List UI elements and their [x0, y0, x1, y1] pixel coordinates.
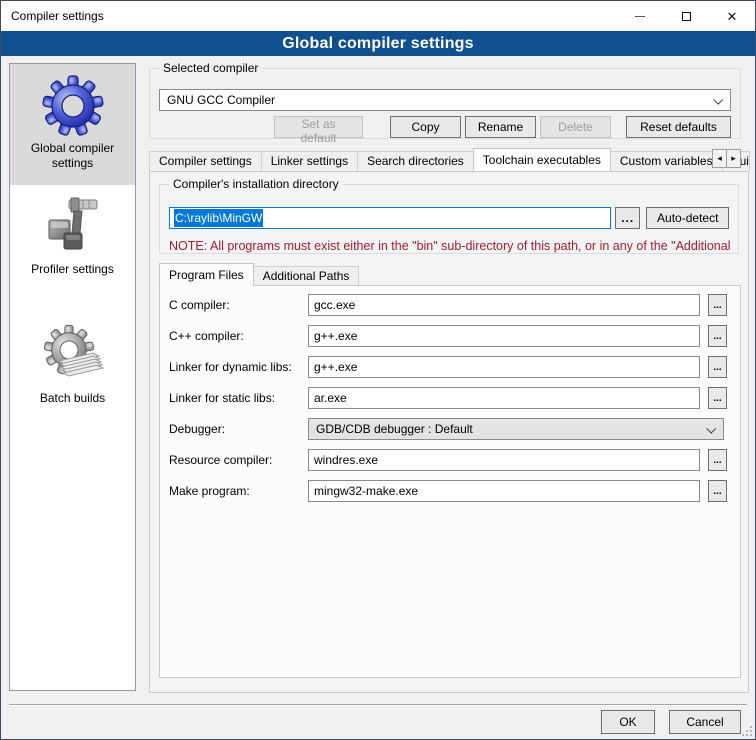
- minimize-icon: [635, 16, 645, 17]
- linker-dynamic-row: Linker for dynamic libs: ...: [160, 356, 740, 378]
- footer-divider: [9, 704, 747, 706]
- toolchain-executables-panel: Compiler's installation directory C:\ray…: [149, 171, 749, 693]
- tab-linker-settings[interactable]: Linker settings: [261, 151, 358, 171]
- auto-detect-button[interactable]: Auto-detect: [646, 207, 729, 229]
- caliper-icon: [41, 194, 105, 258]
- arrow-right-icon: ▸: [731, 153, 736, 164]
- field-label: C++ compiler:: [169, 329, 244, 343]
- tab-additional-paths[interactable]: Additional Paths: [253, 266, 360, 286]
- make-program-row: Make program: ...: [160, 480, 740, 502]
- tab-scroll-left-button[interactable]: ◂: [712, 149, 727, 168]
- cpp-compiler-row: C++ compiler: ...: [160, 325, 740, 347]
- sidebar-item-label: Profiler settings: [29, 258, 116, 277]
- field-label: Make program:: [169, 484, 250, 498]
- selected-compiler-group: Selected compiler GNU GCC Compiler Set a…: [149, 68, 741, 139]
- debugger-select[interactable]: GDB/CDB debugger : Default: [308, 418, 724, 440]
- maximize-button[interactable]: [663, 1, 709, 31]
- compiler-settings-dialog: Compiler settings ✕ Global compiler sett…: [0, 0, 756, 740]
- compiler-select-value: GNU GCC Compiler: [167, 93, 275, 107]
- tab-compiler-settings[interactable]: Compiler settings: [149, 151, 262, 171]
- field-label: Linker for dynamic libs:: [169, 360, 292, 374]
- gray-gear-stack-icon: [41, 323, 105, 387]
- settings-tabstrip: Compiler settings Linker settings Search…: [149, 148, 749, 171]
- dialog-body: Global compiler settings: [1, 56, 755, 739]
- dialog-banner: Global compiler settings: [1, 31, 755, 56]
- copy-button[interactable]: Copy: [390, 116, 461, 138]
- sidebar-item-label: Batch builds: [38, 387, 107, 406]
- group-label: Compiler's installation directory: [169, 177, 343, 191]
- installation-note: NOTE: All programs must exist either in …: [169, 239, 737, 253]
- ok-button[interactable]: OK: [601, 710, 655, 734]
- field-label: Debugger:: [169, 422, 225, 436]
- tab-search-directories[interactable]: Search directories: [357, 151, 474, 171]
- group-label: Selected compiler: [159, 61, 262, 75]
- tab-scroll-right-button[interactable]: ▸: [726, 149, 741, 168]
- tab-toolchain-executables[interactable]: Toolchain executables: [473, 148, 611, 171]
- arrow-left-icon: ◂: [717, 153, 722, 164]
- title-bar: Compiler settings ✕: [1, 1, 755, 31]
- sidebar-item-label: Global compiler settings: [10, 137, 135, 171]
- selected-text: C:\raylib\MinGW: [174, 209, 263, 227]
- delete-button[interactable]: Delete: [540, 116, 611, 138]
- c-compiler-row: C compiler: ...: [160, 294, 740, 316]
- c-compiler-browse-button[interactable]: ...: [708, 294, 727, 316]
- window-title: Compiler settings: [1, 9, 617, 23]
- linker-static-input[interactable]: [308, 387, 700, 409]
- linker-dynamic-input[interactable]: [308, 356, 700, 378]
- sidebar-item-profiler-settings[interactable]: Profiler settings: [10, 185, 135, 307]
- program-files-panel: C compiler: ... C++ compiler: ... Linker…: [159, 285, 741, 678]
- chevron-down-icon: [706, 424, 716, 434]
- installation-directory-input[interactable]: C:\raylib\MinGW: [169, 207, 611, 229]
- make-program-input[interactable]: [308, 480, 700, 502]
- cancel-button[interactable]: Cancel: [669, 710, 741, 734]
- resize-grip[interactable]: [740, 724, 753, 737]
- set-as-default-button[interactable]: Set as default: [274, 116, 363, 138]
- blue-gear-icon: [41, 73, 105, 137]
- tab-program-files[interactable]: Program Files: [159, 263, 254, 286]
- rename-button[interactable]: Rename: [465, 116, 536, 138]
- chevron-down-icon: [713, 95, 723, 105]
- reset-defaults-button[interactable]: Reset defaults: [626, 116, 731, 138]
- minimize-button[interactable]: [617, 1, 663, 31]
- c-compiler-input[interactable]: [308, 294, 700, 316]
- tab-scroll-arrows: ◂ ▸: [713, 149, 741, 168]
- close-icon: ✕: [727, 10, 738, 23]
- debugger-select-value: GDB/CDB debugger : Default: [316, 422, 473, 436]
- linker-dynamic-browse-button[interactable]: ...: [708, 356, 727, 378]
- make-program-browse-button[interactable]: ...: [708, 480, 727, 502]
- cpp-compiler-input[interactable]: [308, 325, 700, 347]
- installation-directory-group: Compiler's installation directory C:\ray…: [159, 184, 739, 254]
- linker-static-browse-button[interactable]: ...: [708, 387, 727, 409]
- maximize-icon: [682, 12, 691, 21]
- settings-category-list: Global compiler settings: [9, 63, 136, 691]
- browse-directory-button[interactable]: ...: [615, 207, 641, 229]
- program-files-tabstrip: Program Files Additional Paths: [159, 264, 741, 286]
- cpp-compiler-browse-button[interactable]: ...: [708, 325, 727, 347]
- debugger-row: Debugger: GDB/CDB debugger : Default: [160, 418, 740, 440]
- sidebar-item-global-compiler-settings[interactable]: Global compiler settings: [10, 64, 135, 185]
- linker-static-row: Linker for static libs: ...: [160, 387, 740, 409]
- sidebar-item-batch-builds[interactable]: Batch builds: [10, 307, 135, 437]
- compiler-actions: Set as default Copy Rename Delete Reset …: [150, 116, 731, 138]
- resource-compiler-input[interactable]: [308, 449, 700, 471]
- close-button[interactable]: ✕: [709, 1, 755, 31]
- installation-directory-row: C:\raylib\MinGW ... Auto-detect: [169, 207, 729, 229]
- field-label: C compiler:: [169, 298, 230, 312]
- banner-title: Global compiler settings: [282, 35, 474, 53]
- field-label: Resource compiler:: [169, 453, 272, 467]
- tab-custom-variables[interactable]: Custom variables: [610, 151, 723, 171]
- resource-compiler-row: Resource compiler: ...: [160, 449, 740, 471]
- resource-compiler-browse-button[interactable]: ...: [708, 449, 727, 471]
- field-label: Linker for static libs:: [169, 391, 275, 405]
- compiler-select[interactable]: GNU GCC Compiler: [159, 89, 731, 111]
